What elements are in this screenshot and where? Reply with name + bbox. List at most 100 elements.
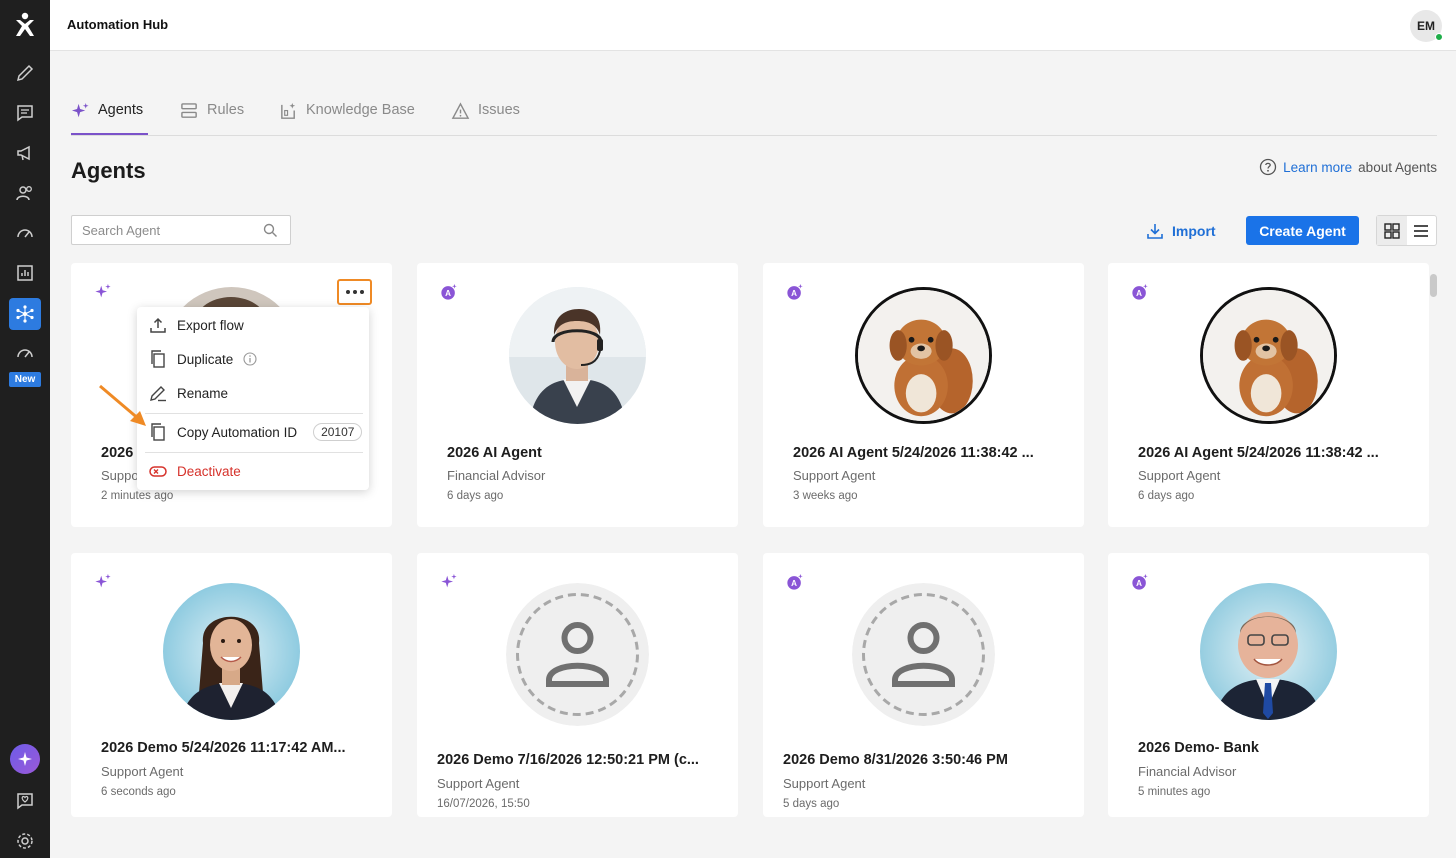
svg-text:A: A [791,579,797,588]
list-view-button[interactable] [1407,216,1437,245]
svg-text:A: A [1136,289,1142,298]
chat-icon[interactable] [13,101,37,125]
ai-assistant-button[interactable] [10,744,40,774]
ai-agent-icon: A [441,283,457,300]
grid-icon [1384,222,1400,239]
agent-name: 2026 Demo 8/31/2026 3:50:46 PM [783,752,1008,768]
sparkle-icon [71,102,89,118]
agent-context-menu: Export flow Duplicate Rename Copy Automa… [137,307,369,490]
agent-role: Support Agent [101,764,184,779]
rules-icon [181,103,197,118]
agent-updated: 16/07/2026, 15:50 [437,798,530,810]
menu-divider [145,452,363,453]
agent-card[interactable]: A 2026 AI Agent 5/24/2026 11:38:42 ... S… [763,263,1084,527]
import-button[interactable]: Import [1146,216,1216,245]
menu-label: Rename [177,385,229,401]
sparkle-icon [95,573,111,588]
ai-agent-icon: A [787,573,803,590]
user-avatar[interactable]: EM [1410,10,1443,42]
knowledge-base-icon [281,102,296,119]
app-title: Automation Hub [67,17,169,32]
search-input[interactable] [72,216,252,244]
tab-agents[interactable]: Agents [71,102,148,135]
ai-agent-icon: A [787,283,803,300]
svg-text:A: A [1136,579,1142,588]
info-icon[interactable] [243,352,257,366]
list-icon [1414,224,1429,237]
agent-card[interactable]: A 2026 Demo- Bank Financial Advisor 5 mi… [1108,553,1429,817]
grid-view-button[interactable] [1377,216,1407,245]
agent-role: Support Agent [793,468,876,483]
agent-card[interactable]: A 2026 Demo 8/31/2026 3:50:46 PM Support… [763,553,1084,817]
dashboard-icon[interactable] [13,221,37,245]
agent-avatar [509,287,646,424]
menu-label: Duplicate [177,351,234,367]
scrollbar-thumb[interactable] [1430,274,1437,297]
tab-label: Agents [98,102,144,118]
agent-updated: 6 days ago [447,490,504,502]
tab-bar: Agents Rules Knowledge Base Issues [71,96,1437,136]
megaphone-icon[interactable] [13,141,37,165]
more-dot [352,290,357,294]
reports-icon[interactable] [13,261,37,285]
agent-avatar-placeholder [852,583,995,726]
create-agent-button[interactable]: Create Agent [1246,216,1359,245]
learn-more-link[interactable]: Learn more [1283,160,1352,175]
sparkle-icon [18,752,32,766]
agent-card[interactable]: A 2026 AI Agent 5/24/2026 11:38:42 ... S… [1108,263,1429,527]
agent-updated: 6 days ago [1138,490,1195,502]
speedometer-icon[interactable] [13,341,37,365]
new-badge: New [9,372,41,387]
toggle-off-icon [149,466,167,477]
menu-item-duplicate[interactable]: Duplicate [137,342,369,376]
ai-agent-icon: A [1132,283,1148,300]
edit-icon[interactable] [13,61,37,85]
annotation-arrow-icon [99,384,146,426]
menu-label: Deactivate [177,463,241,479]
tab-rules[interactable]: Rules [180,102,244,135]
agent-name: 2026 Demo- Bank [1138,740,1259,756]
agent-card[interactable]: A 2026 AI Agent Financial Advisor 6 days… [417,263,738,527]
agent-avatar [1200,287,1337,424]
help-icon [1259,158,1277,176]
agent-card[interactable]: 2026 Demo 5/24/2026 11:17:42 AM... Suppo… [71,553,392,817]
learn-more: Learn more about Agents [1259,158,1437,176]
more-options-button[interactable] [337,279,372,305]
agent-name: 2026 Demo 7/16/2026 12:50:21 PM (c... [437,752,699,768]
search-icon[interactable] [263,223,278,238]
menu-item-rename[interactable]: Rename [137,376,369,410]
tab-issues[interactable]: Issues [451,102,520,135]
agent-role: Support Agent [1138,468,1221,483]
menu-item-export-flow[interactable]: Export flow [137,308,369,342]
agent-avatar [1200,583,1337,720]
upload-icon [150,317,166,333]
agent-avatar [855,287,992,424]
agent-role: Financial Advisor [1138,764,1237,779]
search-box [71,215,291,245]
menu-divider [145,413,363,414]
more-dot [345,290,350,294]
user-initials: EM [1417,19,1435,33]
agent-updated: 5 days ago [783,798,840,810]
view-toggle [1376,215,1437,246]
svg-text:A: A [791,289,797,298]
agent-updated: 5 minutes ago [1138,786,1211,798]
agent-name: 2026 AI Agent 5/24/2026 11:38:42 ... [1138,445,1379,461]
settings-icon[interactable] [13,829,37,853]
more-dot [359,290,364,294]
automation-id-pill: 20107 [313,423,363,441]
logo-icon[interactable] [11,11,39,39]
feedback-icon[interactable] [13,789,37,813]
download-icon [1147,223,1163,239]
agent-role: Support Agent [437,776,520,791]
import-label: Import [1172,222,1216,239]
agent-card[interactable]: 2026 Demo 7/16/2026 12:50:21 PM (c... Su… [417,553,738,817]
agent-name: 2026 Demo 5/24/2026 11:17:42 AM... [101,740,346,756]
menu-item-copy-automation-id[interactable]: Copy Automation ID 20107 [137,415,369,449]
menu-item-deactivate[interactable]: Deactivate [137,454,369,488]
ai-agent-icon: A [1132,573,1148,590]
tab-knowledge-base[interactable]: Knowledge Base [279,102,415,135]
users-icon[interactable] [13,181,37,205]
page-title: Agents [71,158,146,183]
automation-hub-icon[interactable] [9,298,41,330]
